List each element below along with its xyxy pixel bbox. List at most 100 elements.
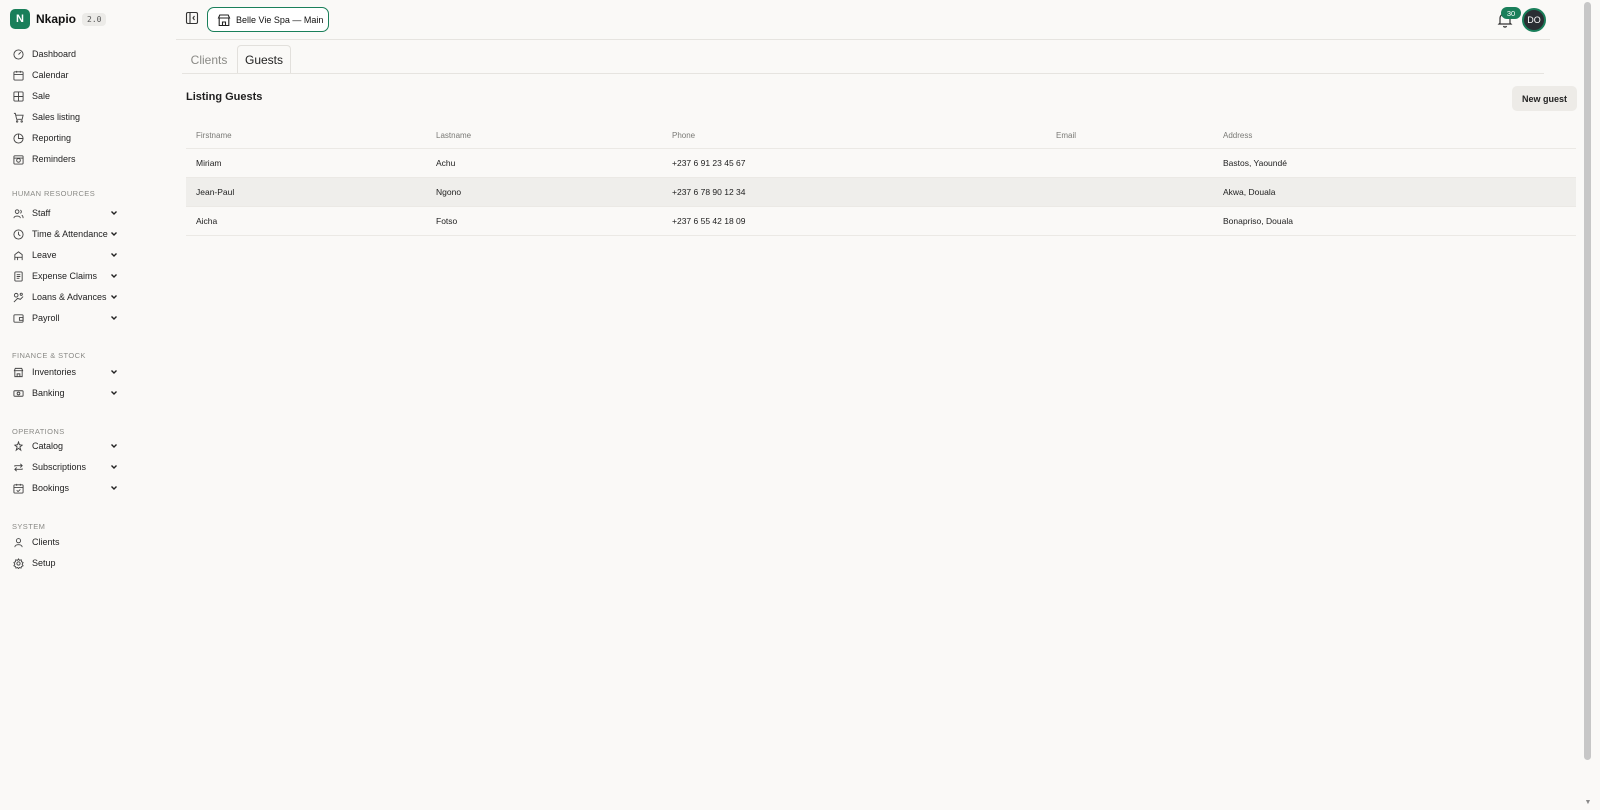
top-bar: Belle Vie Spa — Main 30 DO: [176, 0, 1550, 40]
app-logo: N: [10, 9, 30, 29]
chevron-down-icon[interactable]: [109, 313, 119, 323]
store-selector-button[interactable]: Belle Vie Spa — Main: [207, 7, 329, 32]
sidebar-item-label: Subscriptions: [32, 462, 87, 472]
sidebar-item-label: Banking: [32, 388, 65, 398]
sidebar-item-setup[interactable]: Setup: [12, 554, 122, 572]
banknote-icon: [12, 387, 24, 399]
chevron-down-icon[interactable]: [109, 229, 119, 239]
section-label-system: SYSTEM: [12, 522, 46, 531]
sidebar-item-sales-listing[interactable]: Sales listing: [12, 108, 122, 126]
sidebar-item-label: Reminders: [32, 154, 76, 164]
chevron-down-icon[interactable]: [109, 441, 119, 451]
chevron-down-icon[interactable]: [109, 483, 119, 493]
chevron-down-icon[interactable]: [109, 292, 119, 302]
sidebar-item-staff[interactable]: Staff: [12, 204, 122, 222]
sidebar-item-label: Dashboard: [32, 49, 77, 59]
sidebar-item-sale[interactable]: Sale: [12, 87, 122, 105]
cell-lastname: Ngono: [436, 187, 462, 197]
loans-icon: [12, 291, 24, 303]
users-icon: [12, 207, 24, 219]
brand[interactable]: N Nkapio 2.0: [10, 9, 107, 29]
cell-phone: +237 6 55 42 18 09: [672, 216, 746, 226]
new-guest-button[interactable]: New guest: [1512, 86, 1577, 111]
sidebar-item-loans-advances[interactable]: Loans & Advances: [12, 288, 122, 306]
cell-lastname: Fotso: [436, 216, 458, 226]
cell-address: Akwa, Douala: [1223, 187, 1276, 197]
page-title: Listing Guests: [186, 91, 263, 103]
column-header-firstname[interactable]: Firstname: [196, 122, 232, 148]
tab-guests[interactable]: Guests: [237, 45, 291, 74]
table-row[interactable]: Miriam Achu +237 6 91 23 45 67 Bastos, Y…: [186, 149, 1576, 178]
sidebar-toggle-icon[interactable]: [185, 11, 199, 25]
sidebar-item-subscriptions[interactable]: Subscriptions: [12, 458, 122, 476]
scrollbar-thumb[interactable]: [1584, 2, 1591, 760]
sidebar-item-label: Clients: [32, 537, 60, 547]
app-name: Nkapio: [36, 12, 77, 26]
sidebar: N Nkapio 2.0 Dashboard Calendar Sale Sal…: [0, 0, 132, 810]
sidebar-item-label: Calendar: [32, 70, 69, 80]
section-label-operations: OPERATIONS: [12, 427, 65, 436]
cell-address: Bastos, Yaoundé: [1223, 158, 1287, 168]
avatar[interactable]: DO: [1522, 8, 1546, 32]
table-row[interactable]: Aicha Fotso +237 6 55 42 18 09 Bonapriso…: [186, 207, 1576, 236]
cell-phone: +237 6 91 23 45 67: [672, 158, 746, 168]
reminder-icon: [12, 153, 24, 165]
column-header-address[interactable]: Address: [1223, 122, 1252, 148]
tabs-divider: [182, 73, 1544, 74]
chevron-down-icon[interactable]: [109, 367, 119, 377]
sidebar-item-reminders[interactable]: Reminders: [12, 150, 122, 168]
sidebar-item-label: Time & Attendance: [32, 229, 108, 239]
guests-table: Firstname Lastname Phone Email Address M…: [186, 122, 1576, 236]
sidebar-item-label: Leave: [32, 250, 57, 260]
user-icon: [12, 536, 24, 548]
sidebar-item-catalog[interactable]: Catalog: [12, 437, 122, 455]
version-badge: 2.0: [82, 12, 107, 26]
cell-firstname: Jean-Paul: [196, 187, 235, 197]
column-header-lastname[interactable]: Lastname: [436, 122, 471, 148]
wallet-icon: [12, 312, 24, 324]
sidebar-item-banking[interactable]: Banking: [12, 384, 122, 402]
chevron-down-icon[interactable]: [109, 462, 119, 472]
sidebar-item-reporting[interactable]: Reporting: [12, 129, 122, 147]
cell-lastname: Achu: [436, 158, 456, 168]
calendar-icon: [12, 69, 24, 81]
sidebar-item-payroll[interactable]: Payroll: [12, 309, 122, 327]
sidebar-item-leave[interactable]: Leave: [12, 246, 122, 264]
sidebar-item-bookings[interactable]: Bookings: [12, 479, 122, 497]
chevron-down-icon[interactable]: [109, 388, 119, 398]
grid-icon: [12, 90, 24, 102]
repeat-icon: [12, 461, 24, 473]
dashboard-icon: [12, 48, 24, 60]
store-label: Belle Vie Spa — Main: [236, 14, 324, 25]
table-row[interactable]: Jean-Paul Ngono +237 6 78 90 12 34 Akwa,…: [186, 178, 1576, 207]
sidebar-item-label: Catalog: [32, 441, 64, 451]
chevron-down-icon[interactable]: [109, 271, 119, 281]
sidebar-item-label: Expense Claims: [32, 271, 98, 281]
calendar-check-icon: [12, 482, 24, 494]
cell-firstname: Aicha: [196, 216, 218, 226]
store-icon: [217, 13, 231, 26]
tab-clients[interactable]: Clients: [182, 45, 236, 74]
chevron-down-icon[interactable]: [109, 208, 119, 218]
scroll-down-icon[interactable]: ▼: [1584, 799, 1592, 807]
sidebar-item-clients[interactable]: Clients: [12, 533, 122, 551]
sidebar-item-label: Bookings: [32, 483, 70, 493]
chevron-down-icon[interactable]: [109, 250, 119, 260]
section-label-finance-stock: FINANCE & STOCK: [12, 351, 86, 360]
pie-chart-icon: [12, 132, 24, 144]
sidebar-item-dashboard[interactable]: Dashboard: [12, 45, 122, 63]
cell-firstname: Miriam: [196, 158, 222, 168]
column-header-phone[interactable]: Phone: [672, 122, 695, 148]
table-header-row: Firstname Lastname Phone Email Address: [186, 122, 1576, 149]
sidebar-item-label: Staff: [32, 208, 51, 218]
sidebar-item-calendar[interactable]: Calendar: [12, 66, 122, 84]
leave-icon: [12, 249, 24, 261]
sidebar-item-inventories[interactable]: Inventories: [12, 363, 122, 381]
notification-badge: 30: [1501, 7, 1521, 19]
sidebar-item-time-attendance[interactable]: Time & Attendance: [12, 225, 122, 243]
settings-icon: [12, 557, 24, 569]
sidebar-item-label: Setup: [32, 558, 56, 568]
sidebar-item-expense-claims[interactable]: Expense Claims: [12, 267, 122, 285]
cell-address: Bonapriso, Douala: [1223, 216, 1293, 226]
column-header-email[interactable]: Email: [1056, 122, 1076, 148]
